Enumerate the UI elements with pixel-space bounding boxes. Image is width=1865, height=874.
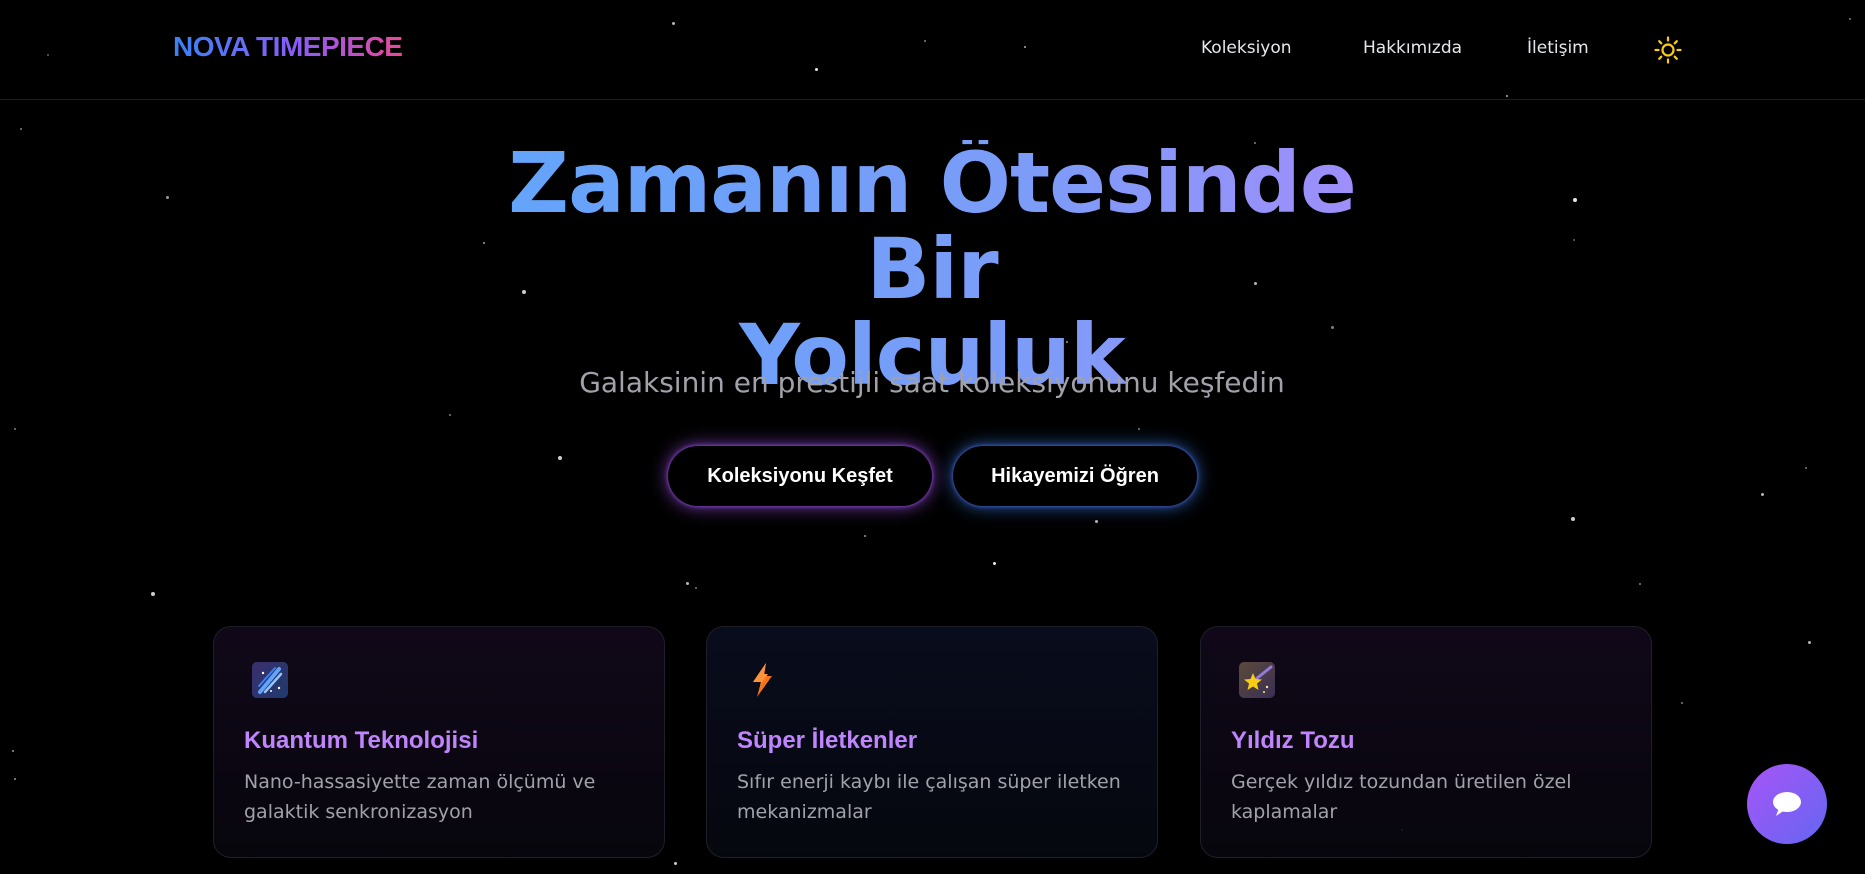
feature-description: Sıfır enerji kaybı ile çalışan süper ile… <box>737 771 1121 823</box>
hero-title-line-1: Zamanın Ötesinde Bir <box>508 134 1356 318</box>
feature-title: Kuantum Teknolojisi <box>244 727 479 754</box>
nav-link-hakkimizda[interactable]: Hakkımızda <box>1363 38 1462 58</box>
page: NOVA TIMEPIECE Koleksiyon Hakkımızda İle… <box>0 0 1865 874</box>
hero-title: Zamanın Ötesinde Bir Yolculuk <box>432 140 1432 398</box>
feature-card-superconductors: Süper İletkenler Sıfır enerji kaybı ile … <box>706 626 1158 858</box>
brand-logo[interactable]: NOVA TIMEPIECE <box>173 31 403 63</box>
nav-link-iletisim[interactable]: İletişim <box>1527 38 1589 58</box>
learn-story-button[interactable]: Hikayemizi Öğren <box>953 446 1197 506</box>
chat-button[interactable] <box>1747 764 1827 844</box>
chat-bubble-icon <box>1773 792 1801 816</box>
comet-icon <box>251 661 289 699</box>
shooting-star-icon <box>1238 661 1276 699</box>
feature-card-stardust: Yıldız Tozu Gerçek yıldız tozundan üreti… <box>1200 626 1652 858</box>
feature-title: Süper İletkenler <box>737 727 918 754</box>
site-header: NOVA TIMEPIECE Koleksiyon Hakkımızda İle… <box>0 0 1865 100</box>
nav-link-koleksiyon[interactable]: Koleksiyon <box>1201 38 1292 58</box>
lightning-icon <box>744 661 782 699</box>
hero-subtitle: Galaksinin en prestijli saat koleksiyonu… <box>579 366 1285 399</box>
feature-card-quantum: Kuantum Teknolojisi Nano-hassasiyette za… <box>213 626 665 858</box>
feature-description: Gerçek yıldız tozundan üretilen özel kap… <box>1231 771 1572 823</box>
theme-toggle-button[interactable] <box>1654 36 1682 64</box>
feature-title: Yıldız Tozu <box>1231 727 1355 754</box>
feature-description: Nano-hassasiyette zaman ölçümü ve galakt… <box>244 771 596 823</box>
sun-icon <box>1654 36 1682 64</box>
explore-collection-button[interactable]: Koleksiyonu Keşfet <box>668 446 932 506</box>
